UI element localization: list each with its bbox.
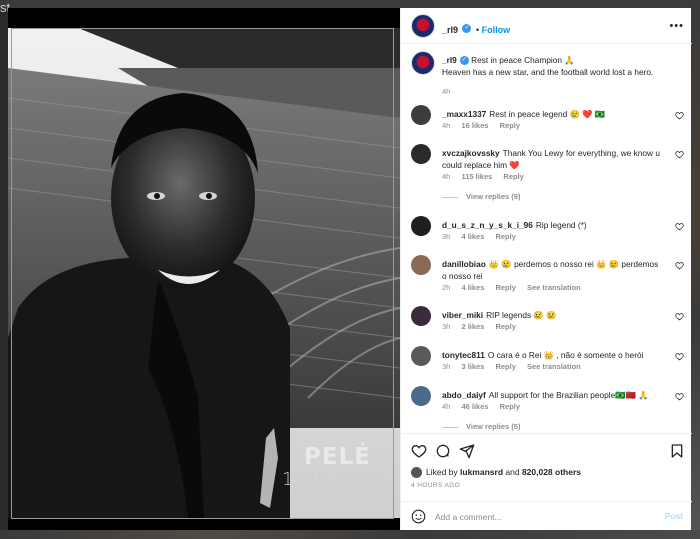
heart-icon[interactable] bbox=[411, 443, 427, 459]
see-translation-button[interactable]: See translation bbox=[527, 362, 581, 371]
replies-line bbox=[442, 426, 458, 428]
comment-time: 3h bbox=[442, 322, 451, 331]
comment-time: 3h bbox=[442, 232, 451, 241]
caption-line1: Rest in peace Champion 🙏 bbox=[471, 55, 575, 65]
see-translation-button[interactable]: See translation bbox=[527, 283, 581, 292]
likes-prefix: Liked by bbox=[426, 467, 461, 477]
heart-icon[interactable] bbox=[675, 392, 684, 401]
caption-line2: Heaven has a new star, and the football … bbox=[442, 67, 654, 77]
author-avatar[interactable] bbox=[411, 14, 435, 38]
comment-username[interactable]: viber_miki bbox=[442, 310, 483, 320]
emoji-icon[interactable] bbox=[411, 509, 426, 524]
commenter-avatar[interactable] bbox=[411, 216, 431, 236]
comment-time: 4h bbox=[442, 121, 451, 130]
view-replies-button[interactable]: View replies (5) bbox=[442, 422, 520, 431]
comment-input[interactable] bbox=[435, 508, 655, 525]
comment-icon[interactable] bbox=[435, 443, 451, 459]
heart-icon[interactable] bbox=[675, 150, 684, 159]
more-icon[interactable]: ••• bbox=[669, 20, 684, 32]
follow-button[interactable]: Follow bbox=[482, 25, 511, 35]
commenter-avatar[interactable] bbox=[411, 306, 431, 326]
post-panel: _rl9 ✓ • Follow ••• _rl9 ✓ Rest in peace … bbox=[400, 8, 692, 530]
comment-text: Rest in peace legend 😢 ❤️ 🇧🇷 bbox=[489, 109, 606, 119]
view-replies-button[interactable]: View replies (9) bbox=[442, 192, 520, 201]
commenter-avatar[interactable] bbox=[411, 255, 431, 275]
comment-time: 3h bbox=[442, 362, 451, 371]
photo-name-text: PELÉ bbox=[304, 444, 371, 470]
comment-likes[interactable]: 46 likes bbox=[461, 402, 488, 411]
caption-avatar[interactable] bbox=[411, 51, 435, 75]
bookmark-icon[interactable] bbox=[669, 443, 685, 459]
heart-icon[interactable] bbox=[675, 222, 684, 231]
heart-icon[interactable] bbox=[675, 312, 684, 321]
heart-icon[interactable] bbox=[675, 111, 684, 120]
comment-text: Rip legend (*) bbox=[535, 220, 587, 230]
reply-button[interactable]: Reply bbox=[495, 362, 515, 371]
commenter-avatar[interactable] bbox=[411, 144, 431, 164]
comment-text: RIP legends 😢 😢 bbox=[486, 310, 557, 320]
likes-and: and bbox=[503, 467, 522, 477]
comment-username[interactable]: danillobiao bbox=[442, 259, 486, 269]
backdrop-bottom bbox=[0, 530, 700, 539]
author-username[interactable]: _rl9 bbox=[442, 25, 458, 35]
likes-count[interactable]: 820,028 others bbox=[522, 467, 581, 477]
comment-likes[interactable]: 16 likes bbox=[461, 121, 488, 130]
comment-time: 4h bbox=[442, 172, 451, 181]
comment-likes[interactable]: 2 likes bbox=[461, 322, 484, 331]
comment-likes[interactable]: 3 likes bbox=[461, 362, 484, 371]
share-icon[interactable] bbox=[459, 443, 475, 459]
comment-likes[interactable]: 4 likes bbox=[461, 283, 484, 292]
photo-years-text: 1940-2022 bbox=[282, 469, 381, 490]
add-comment-bar: Post bbox=[401, 501, 692, 530]
comment-username[interactable]: xvczajkovssky bbox=[442, 148, 500, 158]
liker-avatar[interactable] bbox=[411, 467, 422, 479]
comment-time: 4h bbox=[442, 402, 451, 411]
comment-username[interactable]: abdo_daiyf bbox=[442, 390, 486, 400]
heart-icon[interactable] bbox=[675, 352, 684, 361]
verified-icon: ✓ bbox=[459, 56, 469, 66]
verified-icon: ✓ bbox=[462, 24, 472, 34]
commenter-avatar[interactable] bbox=[411, 386, 431, 406]
post-photo: PELÉ 1940-2022 bbox=[8, 8, 400, 530]
comment-username[interactable]: _maxx1337 bbox=[442, 109, 486, 119]
reply-button[interactable]: Reply bbox=[495, 322, 515, 331]
comment-username[interactable]: d_u_s_z_n_y_s_k_i_96 bbox=[442, 220, 533, 230]
heart-icon[interactable] bbox=[675, 261, 684, 270]
post-header: _rl9 ✓ • Follow ••• bbox=[401, 8, 692, 44]
post-time: 4 HOURS AGO bbox=[411, 482, 461, 489]
caption-time: 4h bbox=[442, 87, 451, 96]
comment-text: All support for the Brazilian people🇧🇷🇲🇦… bbox=[488, 390, 649, 400]
caption-username[interactable]: _rl9 bbox=[442, 55, 457, 65]
commenter-avatar[interactable] bbox=[411, 105, 431, 125]
view-replies-label: View replies (9) bbox=[466, 192, 521, 201]
reply-button[interactable]: Reply bbox=[495, 283, 515, 292]
backdrop-right bbox=[691, 0, 700, 539]
comments-list[interactable]: _rl9 ✓ Rest in peace Champion 🙏 Heaven ha… bbox=[401, 45, 692, 435]
liker-username[interactable]: lukmansrd bbox=[460, 467, 503, 477]
comment-likes[interactable]: 4 likes bbox=[461, 232, 484, 241]
comment-username[interactable]: tonytec811 bbox=[442, 350, 485, 360]
reply-button[interactable]: Reply bbox=[500, 402, 520, 411]
reply-button[interactable]: Reply bbox=[495, 232, 515, 241]
commenter-avatar[interactable] bbox=[411, 346, 431, 366]
comment-likes[interactable]: 115 likes bbox=[461, 172, 492, 181]
post-button[interactable]: Post bbox=[665, 511, 683, 521]
view-replies-label: View replies (5) bbox=[466, 422, 521, 431]
comment-text: O cara é o Rei 👑 , não é somente o herói bbox=[487, 350, 644, 360]
reply-button[interactable]: Reply bbox=[500, 121, 520, 130]
reply-button[interactable]: Reply bbox=[503, 172, 523, 181]
likes-summary: Liked by lukmansrd and 820,028 others bbox=[411, 467, 581, 479]
replies-line bbox=[442, 196, 458, 198]
comment-time: 2h bbox=[442, 283, 451, 292]
